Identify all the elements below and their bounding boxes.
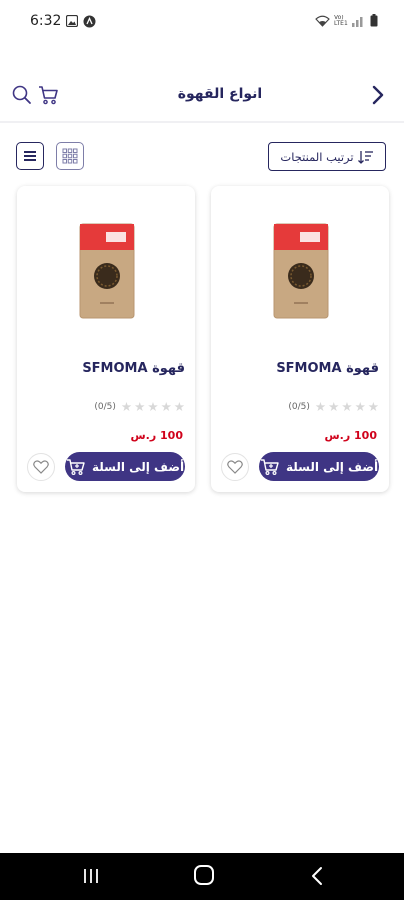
star-icon: ★ (147, 399, 159, 414)
gallery-icon (66, 15, 78, 27)
add-to-cart-button[interactable]: أضف إلى السلة (65, 452, 185, 481)
product-card[interactable]: قهوة SFMOMA (0/5) ★ ★ ★ ★ ★ 100 ر.س أضف … (17, 186, 195, 492)
page-title: انواع القهوة (177, 86, 263, 102)
star-icon: ★ (367, 399, 379, 414)
sort-button[interactable]: ترتيب المنتجات (268, 142, 386, 171)
list-view-button[interactable] (16, 142, 44, 170)
product-price: 100 ر.س (324, 429, 378, 442)
sort-icon (357, 150, 373, 164)
grid-view-icon (62, 148, 78, 164)
toolbar: ترتيب المنتجات (0, 140, 404, 174)
add-to-cart-button[interactable]: أضف إلى السلة (259, 452, 379, 481)
back-icon (372, 85, 384, 105)
header: انواع القهوة (0, 76, 404, 116)
heart-icon (227, 460, 243, 474)
add-cart-icon (260, 458, 279, 475)
add-cart-icon (66, 458, 85, 475)
star-icon: ★ (173, 399, 185, 414)
product-price: 100 ر.س (130, 429, 184, 442)
home-icon[interactable] (194, 865, 214, 885)
add-to-cart-label: أضف إلى السلة (91, 459, 185, 474)
add-to-cart-label: أضف إلى السلة (285, 459, 379, 474)
star-icon: ★ (120, 399, 133, 414)
product-card[interactable]: قهوة SFMOMA (0/5) ★ ★ ★ ★ ★ 100 ر.س أضف … (211, 186, 389, 492)
star-icon: ★ (314, 399, 327, 414)
status-bar: 6:32 Vo) LTE1 (0, 0, 404, 44)
star-icon: ★ (354, 399, 366, 414)
list-view-icon (24, 151, 36, 161)
battery-icon (370, 14, 378, 27)
nav-back-icon[interactable] (311, 866, 323, 886)
sort-label: ترتيب المنتجات (280, 149, 354, 164)
header-divider (0, 121, 404, 123)
signal-icon (352, 16, 363, 27)
wishlist-button[interactable] (27, 453, 55, 481)
star-icon: ★ (160, 399, 172, 414)
status-icons-right: Vo) LTE1 (315, 14, 378, 27)
status-time: 6:32 (30, 13, 62, 29)
product-rating: (0/5) ★ ★ ★ ★ ★ (94, 399, 185, 414)
product-image (79, 223, 135, 319)
star-icon: ★ (341, 399, 353, 414)
recents-icon[interactable] (82, 867, 100, 885)
notification-icon (83, 15, 96, 28)
system-nav-bar (0, 853, 404, 900)
product-name[interactable]: قهوة SFMOMA (276, 361, 379, 376)
product-name[interactable]: قهوة SFMOMA (82, 361, 185, 376)
wishlist-button[interactable] (221, 453, 249, 481)
rating-count: (0/5) (94, 402, 116, 413)
back-button[interactable] (368, 84, 388, 106)
star-icon: ★ (328, 399, 340, 414)
grid-view-button[interactable] (56, 142, 84, 170)
star-icon: ★ (134, 399, 146, 414)
product-rating: (0/5) ★ ★ ★ ★ ★ (288, 399, 379, 414)
product-image (273, 223, 329, 319)
status-icons-left (66, 15, 96, 28)
heart-icon (33, 460, 49, 474)
rating-count: (0/5) (288, 402, 310, 413)
wifi-icon (315, 15, 330, 27)
network-label: Vo) LTE1 (334, 14, 348, 27)
